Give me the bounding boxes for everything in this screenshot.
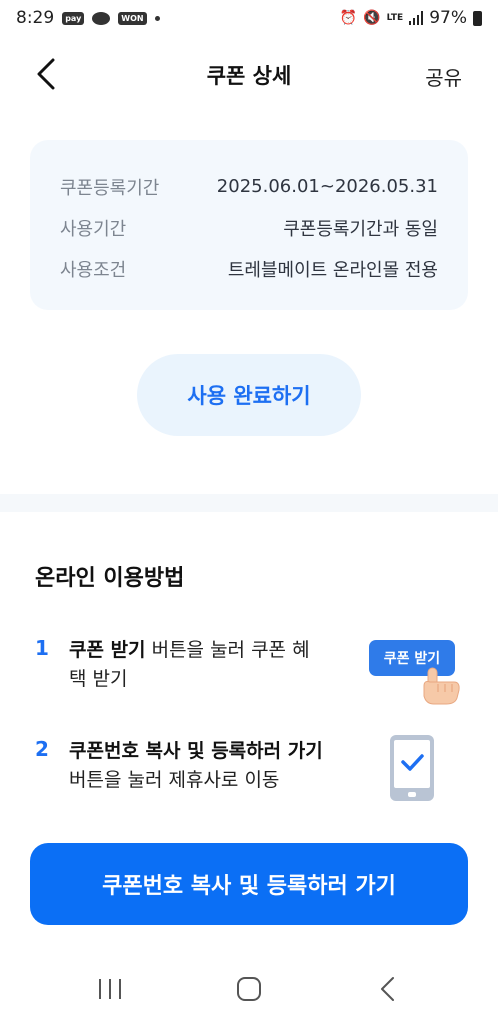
battery-icon: [473, 10, 482, 26]
recent-apps-icon[interactable]: [97, 978, 123, 1000]
tap-finger-icon: [423, 667, 460, 705]
step-rest-text: 버튼을 눌러 제휴사로 이동: [69, 769, 280, 791]
share-button[interactable]: 공유: [425, 62, 462, 91]
status-time: 8:29: [16, 8, 55, 28]
header: 쿠폰 상세 공유: [0, 44, 498, 104]
step-bold-text: 쿠폰번호 복사 및 등록하러 가기: [69, 740, 323, 762]
info-row-usage: 사용기간 쿠폰등록기간과 동일: [60, 207, 438, 248]
system-nav-bar: [0, 960, 498, 1016]
info-row-period: 쿠폰등록기간 2025.06.01~2026.05.31: [60, 166, 438, 207]
system-back-icon[interactable]: [378, 976, 398, 1002]
info-label: 쿠폰등록기간: [60, 177, 160, 199]
info-value: 트레블메이트 온라인몰 전용: [227, 259, 438, 281]
section-title: 온라인 이용방법: [35, 566, 185, 591]
signal-icon: [409, 11, 424, 25]
step-1: 1 쿠폰 받기 버튼을 눌러 쿠폰 혜택 받기: [35, 636, 345, 694]
info-row-condition: 사용조건 트레블메이트 온라인몰 전용: [60, 248, 438, 289]
home-icon[interactable]: [236, 976, 262, 1002]
chat-icon: [92, 11, 111, 25]
use-complete-button[interactable]: 사용 완료하기: [137, 354, 361, 436]
lte-icon: LTE: [386, 12, 404, 23]
info-value: 쿠폰등록기간과 동일: [283, 218, 438, 240]
step-text: 쿠폰 받기 버튼을 눌러 쿠폰 혜택 받기: [69, 636, 319, 694]
page-title: 쿠폰 상세: [206, 64, 292, 88]
pay-app-icon: pay: [62, 11, 85, 25]
phone-check-icon: [390, 735, 434, 801]
won-app-icon: WON: [118, 11, 147, 25]
status-right: ⏰ 🔇 LTE 97%: [340, 8, 482, 28]
info-label: 사용조건: [60, 259, 127, 281]
info-value: 2025.06.01~2026.05.31: [216, 176, 438, 197]
battery-percent: 97%: [429, 8, 467, 28]
mute-icon: 🔇: [363, 10, 381, 26]
section-divider: [0, 494, 498, 512]
step-number: 2: [35, 737, 49, 761]
copy-and-register-button[interactable]: 쿠폰번호 복사 및 등록하러 가기: [30, 843, 468, 925]
coupon-info-card: 쿠폰등록기간 2025.06.01~2026.05.31 사용기간 쿠폰등록기간…: [30, 140, 468, 310]
step-bold-text: 쿠폰 받기: [69, 639, 146, 661]
info-label: 사용기간: [60, 218, 127, 240]
more-notifications-icon: [154, 15, 160, 21]
step-2: 2 쿠폰번호 복사 및 등록하러 가기 버튼을 눌러 제휴사로 이동: [35, 737, 345, 795]
status-bar: 8:29 pay WON ⏰ 🔇 LTE 97%: [0, 0, 498, 36]
status-left: 8:29 pay WON: [16, 8, 160, 28]
step-number: 1: [35, 636, 49, 660]
alarm-icon: ⏰: [339, 10, 358, 26]
step-text: 쿠폰번호 복사 및 등록하러 가기 버튼을 눌러 제휴사로 이동: [69, 737, 331, 795]
